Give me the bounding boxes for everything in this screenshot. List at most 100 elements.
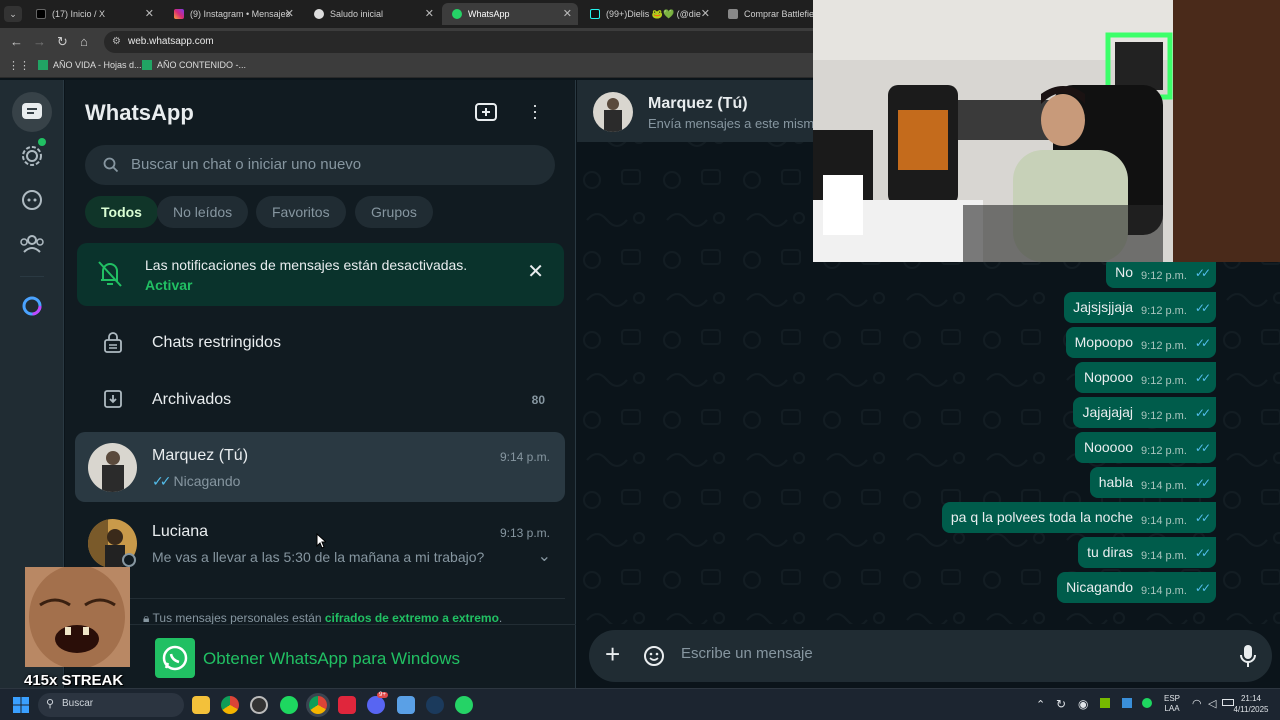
chat-time: 9:14 p.m. bbox=[499, 450, 550, 464]
reload-icon[interactable]: ↻ bbox=[57, 34, 68, 50]
tray-sync-icon[interactable]: ↻ bbox=[1056, 697, 1066, 711]
message-bubble[interactable]: Nooooo 9:12 p.m. ✓✓ bbox=[1074, 432, 1216, 463]
close-tab-icon[interactable]: ✕ bbox=[425, 7, 434, 20]
microphone-icon[interactable] bbox=[1240, 644, 1256, 668]
menu-kebab-icon[interactable]: · · · bbox=[530, 96, 540, 126]
search-input[interactable]: Buscar un chat o iniciar uno nuevo bbox=[85, 145, 555, 185]
communities-icon[interactable] bbox=[12, 224, 52, 264]
clock[interactable]: 21:14 4/11/2025 bbox=[1228, 693, 1274, 715]
message-bubble[interactable]: Jajajajaj 9:12 p.m. ✓✓ bbox=[1073, 397, 1216, 428]
restricted-chats-row[interactable]: Chats restringidos bbox=[75, 318, 565, 370]
emoji-icon[interactable] bbox=[643, 645, 665, 667]
wifi-icon[interactable]: ◠ bbox=[1192, 697, 1202, 710]
site-info-icon[interactable]: ⚙ bbox=[112, 31, 121, 53]
message-text: Jajajajaj bbox=[1082, 404, 1134, 420]
spotify-icon[interactable] bbox=[280, 696, 298, 714]
list-divider bbox=[65, 624, 576, 625]
chat-row-marquez[interactable]: Marquez (Tú) 9:14 p.m. ✓✓ Nicagando bbox=[75, 432, 565, 502]
home-icon[interactable]: ⌂ bbox=[80, 34, 88, 49]
search-icon bbox=[103, 157, 119, 173]
archived-row[interactable]: Archivados 80 bbox=[75, 375, 565, 427]
chat-name: Luciana bbox=[152, 523, 209, 540]
tab-whatsapp[interactable]: WhatsApp ✕ bbox=[442, 3, 578, 25]
filter-favoritos[interactable]: Favoritos bbox=[256, 196, 346, 228]
chat-list-panel: WhatsApp · · · Buscar un chat o iniciar un… bbox=[65, 80, 576, 688]
discord-badge: 9+ bbox=[377, 692, 388, 698]
whatsapp-taskbar-icon[interactable] bbox=[455, 696, 473, 714]
bell-off-icon bbox=[98, 261, 122, 287]
tab-title: (9) Instagram • Mensajes bbox=[190, 9, 291, 19]
bookmark-ano-contenido[interactable]: AÑO CONTENIDO -... bbox=[142, 60, 246, 70]
message-bubble[interactable]: Mopoopo 9:12 p.m. ✓✓ bbox=[1065, 327, 1216, 358]
new-chat-icon[interactable] bbox=[475, 102, 497, 122]
taskbar-search[interactable]: ⚲ Buscar bbox=[38, 693, 184, 717]
message-bubble[interactable]: Nicagando 9:14 p.m. ✓✓ bbox=[1057, 572, 1216, 603]
tray-app-icon[interactable] bbox=[1122, 698, 1132, 708]
tab-instagram[interactable]: (9) Instagram • Mensajes ✕ bbox=[164, 3, 300, 25]
tray-nvidia-icon[interactable] bbox=[1100, 698, 1110, 708]
encryption-link[interactable]: cifrados de extremo a extremo bbox=[325, 611, 499, 625]
forward-icon[interactable]: → bbox=[33, 34, 46, 49]
chats-icon[interactable] bbox=[12, 92, 52, 132]
message-bubble[interactable]: tu diras 9:14 p.m. ✓✓ bbox=[1078, 537, 1216, 568]
tab-tiktok[interactable]: (99+)Dielis 🐸💚 (@die ✕ bbox=[580, 3, 716, 25]
activate-notifications-link[interactable]: Activar bbox=[145, 277, 192, 293]
close-icon[interactable]: ✕ bbox=[527, 259, 544, 284]
instagram-icon bbox=[174, 9, 184, 19]
clock-time: 21:14 bbox=[1240, 694, 1262, 703]
meta-ai-icon[interactable] bbox=[12, 286, 52, 326]
close-tab-icon[interactable]: ✕ bbox=[563, 7, 572, 20]
tray-spotify-icon[interactable] bbox=[1142, 698, 1152, 708]
filter-no-leidos[interactable]: No leídos bbox=[157, 196, 249, 228]
message-bubble[interactable]: habla 9:14 p.m. ✓✓ bbox=[1089, 467, 1216, 498]
whatsapp-logo-icon bbox=[155, 638, 195, 678]
bookmark-ano-vida[interactable]: AÑO VIDA - Hojas d... bbox=[38, 60, 142, 70]
apps-grid-icon[interactable]: ⋮⋮ bbox=[8, 59, 30, 72]
tab-list-dropdown-icon[interactable]: ⌄ bbox=[4, 6, 22, 22]
message-time: 9:14 p.m. bbox=[1141, 585, 1187, 597]
list-divider bbox=[75, 598, 565, 599]
message-bubble[interactable]: pa q la polvees toda la noche 9:14 p.m. ✓✓ bbox=[941, 502, 1216, 533]
tab-chatgpt[interactable]: Saludo inicial ✕ bbox=[304, 3, 440, 25]
volume-icon[interactable]: ◁ bbox=[1208, 697, 1216, 710]
input-language[interactable]: ESP LAA bbox=[1160, 694, 1184, 714]
message-text: habla bbox=[1098, 474, 1134, 490]
message-bubble[interactable]: Nopooo 9:12 p.m. ✓✓ bbox=[1074, 362, 1216, 393]
steam-icon[interactable] bbox=[426, 696, 444, 714]
capcut-icon[interactable] bbox=[338, 696, 356, 714]
restricted-chats-label: Chats restringidos bbox=[152, 334, 281, 351]
read-ticks-icon: ✓✓ bbox=[1194, 406, 1211, 420]
chrome-icon[interactable] bbox=[221, 696, 239, 714]
tiktok-icon bbox=[590, 9, 600, 19]
close-tab-icon[interactable]: ✕ bbox=[145, 7, 154, 20]
attach-plus-icon[interactable]: + bbox=[605, 640, 620, 668]
message-bubble[interactable]: Jajsjsjjaja 9:12 p.m. ✓✓ bbox=[1064, 292, 1216, 323]
filter-todos[interactable]: Todos bbox=[85, 196, 158, 228]
status-icon[interactable] bbox=[12, 136, 52, 176]
read-ticks-icon: ✓✓ bbox=[1194, 301, 1211, 315]
back-icon[interactable]: ← bbox=[10, 34, 23, 49]
close-tab-icon[interactable]: ✕ bbox=[701, 7, 710, 20]
chat-time: 9:13 p.m. bbox=[499, 526, 550, 540]
chrome-active-icon[interactable] bbox=[309, 696, 327, 714]
tray-chevron-icon[interactable]: ⌃ bbox=[1036, 698, 1045, 711]
obs-icon[interactable] bbox=[250, 696, 268, 714]
tab-title: WhatsApp bbox=[468, 9, 510, 19]
notification-text: Las notificaciones de mensajes están des… bbox=[145, 257, 468, 273]
message-input[interactable]: Escribe un mensaje bbox=[681, 645, 813, 662]
start-button-icon[interactable] bbox=[13, 697, 29, 713]
file-explorer-icon[interactable] bbox=[192, 696, 210, 714]
search-icon: ⚲ bbox=[46, 698, 55, 710]
filter-grupos[interactable]: Grupos bbox=[355, 196, 433, 228]
tab-ea[interactable]: Comprar Battlefield™ bbox=[718, 3, 814, 25]
discord-icon[interactable] bbox=[367, 696, 385, 714]
tray-obs-icon[interactable]: ◉ bbox=[1078, 697, 1088, 711]
address-bar[interactable]: ⚙ web.whatsapp.com bbox=[104, 31, 824, 53]
chevron-down-icon[interactable]: ⌄ bbox=[538, 546, 551, 566]
message-time: 9:14 p.m. bbox=[1141, 480, 1187, 492]
close-tab-icon[interactable]: ✕ bbox=[285, 7, 294, 20]
read-ticks-icon: ✓✓ bbox=[1194, 476, 1211, 490]
notepad-icon[interactable] bbox=[397, 696, 415, 714]
channels-icon[interactable] bbox=[12, 180, 52, 220]
tab-x[interactable]: (17) Inicio / X ✕ bbox=[26, 3, 160, 25]
